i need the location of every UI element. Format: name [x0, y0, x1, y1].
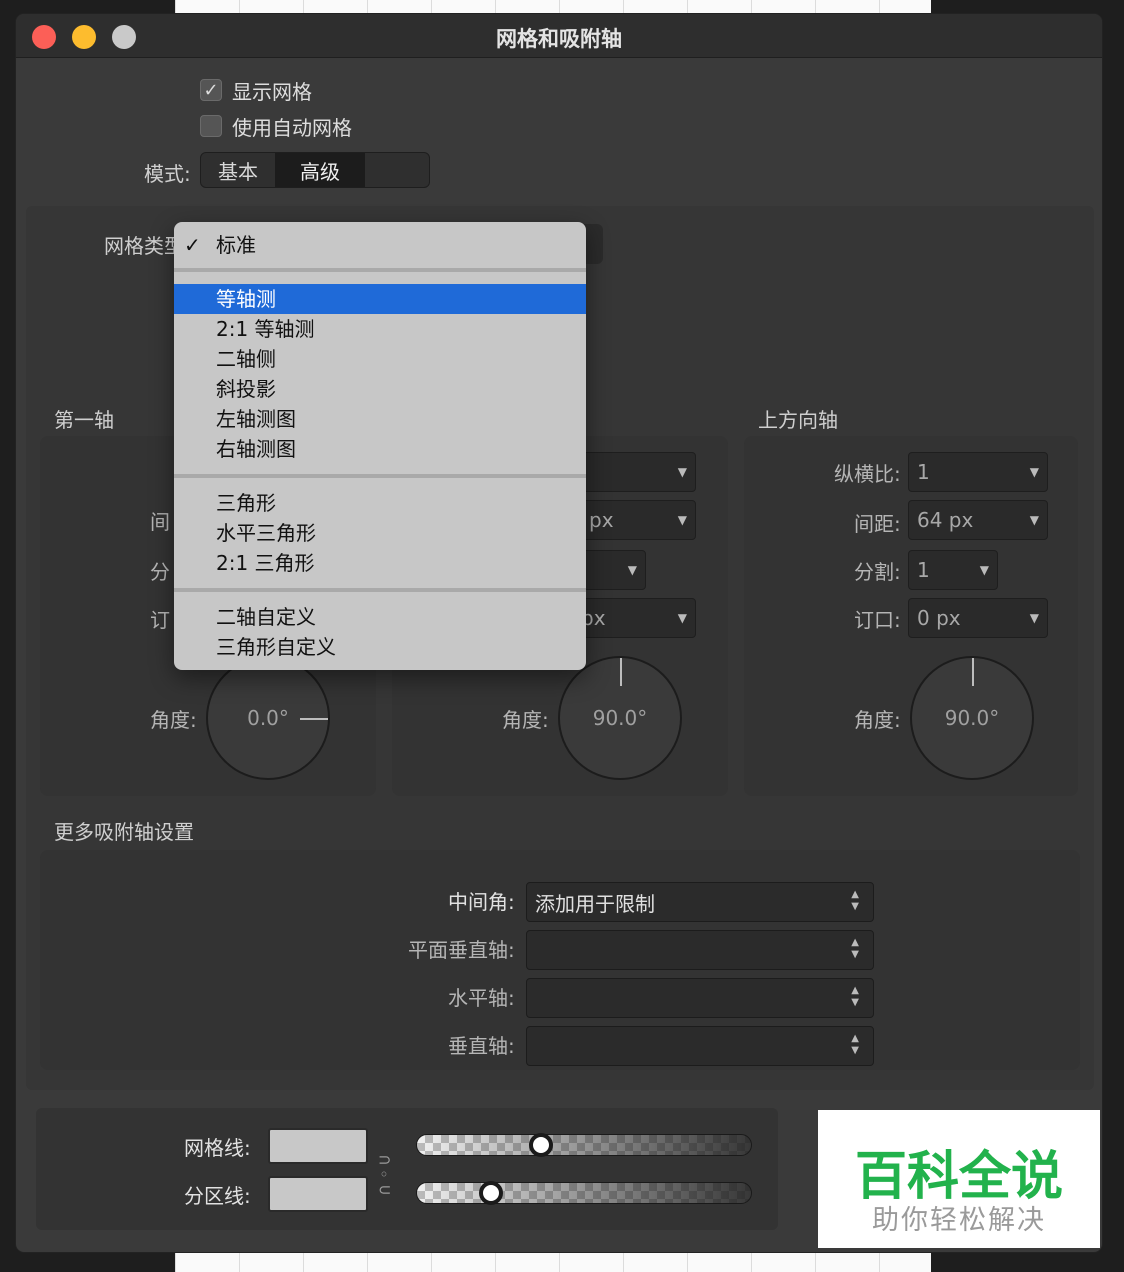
first-angle-value: 0.0°	[247, 706, 289, 730]
more-snap-settings-title: 更多吸附轴设置	[54, 820, 194, 844]
menu-separator	[174, 268, 586, 272]
up-angle-value: 90.0°	[944, 706, 1000, 730]
watermark-logo: 百科全说 助你轻松解决	[818, 1110, 1100, 1248]
plane-vertical-axis-select[interactable]: ▲ ▼	[526, 930, 874, 970]
chevron-down-icon: ▼	[677, 611, 687, 625]
show-grid-checkbox[interactable]: ✓	[200, 79, 222, 101]
second-aspect-select[interactable]: ▼	[572, 452, 696, 492]
first-notch-label: 订	[150, 608, 170, 632]
second-angle-value: 90.0°	[592, 706, 648, 730]
up-angle-label: 角度:	[854, 708, 901, 732]
grid-type-label: 网格类型	[104, 234, 184, 258]
title-bar: 网格和吸附轴	[16, 14, 1102, 58]
watermark-slogan: 助你轻松解决	[872, 1205, 1046, 1236]
updown-icon: ▲ ▼	[851, 937, 859, 960]
chevron-down-icon: ▼	[627, 563, 637, 577]
up-axis-title: 上方向轴	[758, 408, 838, 432]
updown-icon: ▲ ▼	[851, 1033, 859, 1056]
menu-item-dimetric[interactable]: 二轴侧	[174, 344, 586, 374]
menu-item-right-axonometric[interactable]: 右轴测图	[174, 434, 586, 464]
second-angle-dial[interactable]: 90.0°	[558, 656, 682, 780]
aspect-ratio-select[interactable]: 1 ▼	[908, 452, 1048, 492]
mid-angle-select[interactable]: 添加用于限制 ▲ ▼	[526, 882, 874, 922]
auto-grid-checkbox[interactable]	[200, 115, 222, 137]
horizontal-axis-label: 水平轴:	[448, 986, 515, 1010]
menu-item-isometric[interactable]: 等轴测	[174, 284, 586, 314]
up-angle-dial[interactable]: 90.0°	[910, 656, 1034, 780]
mode-basic-button[interactable]: 基本	[201, 153, 275, 187]
second-notch-select[interactable]: px ▼	[572, 598, 696, 638]
menu-item-triangular[interactable]: 三角形	[174, 488, 586, 518]
menu-item-2-1-isometric[interactable]: 2:1 等轴测	[174, 314, 586, 344]
menu-item-2-1-triangular[interactable]: 2:1 三角形	[174, 548, 586, 578]
up-axis-panel: 纵横比: 1 ▼ 间距: 64 px ▼ 分割: 1 ▼ 订口: 0 px ▼ 角度: …	[744, 436, 1078, 796]
division-line-color-swatch[interactable]	[268, 1176, 368, 1212]
first-axis-title: 第一轴	[54, 408, 114, 432]
horizontal-axis-select[interactable]: ▲ ▼	[526, 978, 874, 1018]
show-grid-label: 显示网格	[232, 79, 312, 104]
grid-line-label: 网格线:	[184, 1136, 251, 1160]
auto-grid-label: 使用自动网格	[232, 115, 352, 140]
divide-label: 分割:	[854, 560, 901, 584]
menu-item-horizontal-triangular[interactable]: 水平三角形	[174, 518, 586, 548]
window-title: 网格和吸附轴	[496, 27, 622, 51]
plane-vertical-axis-label: 平面垂直轴:	[408, 938, 515, 962]
chevron-down-icon: ▼	[979, 563, 989, 577]
first-spacing-label: 间	[150, 510, 170, 534]
division-line-opacity-knob[interactable]	[479, 1181, 503, 1205]
grid-type-dropdown-menu: ✓ 标准 等轴测 2:1 等轴测 二轴侧 斜投影 左轴测图 右轴测图 三角形 水…	[174, 222, 586, 670]
menu-item-custom-triangular[interactable]: 三角形自定义	[174, 632, 586, 662]
updown-icon: ▲ ▼	[851, 985, 859, 1008]
vertical-axis-select[interactable]: ▲ ▼	[526, 1026, 874, 1066]
auto-grid-option[interactable]: 使用自动网格	[200, 112, 352, 140]
vertical-axis-label: 垂直轴:	[448, 1034, 515, 1058]
line-appearance-panel	[36, 1108, 778, 1230]
first-divide-label: 分	[150, 560, 170, 584]
chevron-down-icon: ▼	[1029, 513, 1039, 527]
dial-indicator	[972, 658, 974, 686]
link-icon[interactable]: ⊃ ◦ ⊂	[378, 1152, 391, 1198]
division-line-opacity-slider[interactable]	[416, 1181, 752, 1205]
dial-indicator	[300, 718, 328, 720]
notch-select[interactable]: 0 px ▼	[908, 598, 1048, 638]
mode-advanced-button[interactable]: 高级	[275, 153, 365, 187]
notch-label: 订口:	[854, 608, 901, 632]
menu-item-custom-dimetric[interactable]: 二轴自定义	[174, 602, 586, 632]
mode-label: 模式:	[144, 162, 191, 186]
aspect-ratio-label: 纵横比:	[834, 462, 901, 486]
menu-separator	[174, 588, 586, 592]
menu-item-left-axonometric[interactable]: 左轴测图	[174, 404, 586, 434]
second-angle-label: 角度:	[502, 708, 549, 732]
more-snap-settings-panel: 中间角: 添加用于限制 ▲ ▼ 平面垂直轴: ▲ ▼ 水平轴: ▲ ▼ 垂直轴: ▲ ▼	[40, 850, 1080, 1070]
second-spacing-select[interactable]: px ▼	[572, 500, 696, 540]
chevron-down-icon: ▼	[1029, 611, 1039, 625]
mid-angle-label: 中间角:	[448, 890, 515, 914]
divide-select[interactable]: 1 ▼	[908, 550, 998, 590]
checkmark-icon: ✓	[203, 79, 219, 101]
grid-line-opacity-slider[interactable]	[416, 1133, 752, 1157]
spacing-select[interactable]: 64 px ▼	[908, 500, 1048, 540]
updown-icon: ▲ ▼	[851, 889, 859, 912]
chevron-down-icon: ▼	[677, 465, 687, 479]
menu-item-oblique[interactable]: 斜投影	[174, 374, 586, 404]
dial-indicator	[620, 658, 622, 686]
mode-segmented-control: 基本 高级	[200, 152, 430, 188]
division-line-label: 分区线:	[184, 1184, 251, 1208]
chevron-down-icon: ▼	[677, 513, 687, 527]
grid-line-color-swatch[interactable]	[268, 1128, 368, 1164]
checkmark-icon: ✓	[184, 233, 201, 257]
show-grid-option[interactable]: ✓ 显示网格	[200, 76, 312, 104]
chevron-down-icon: ▼	[1029, 465, 1039, 479]
grid-line-opacity-knob[interactable]	[528, 1133, 553, 1157]
menu-item-standard[interactable]: ✓ 标准	[174, 230, 586, 260]
spacing-label: 间距:	[854, 512, 901, 536]
menu-separator	[174, 474, 586, 478]
first-angle-label: 角度:	[150, 708, 197, 732]
first-angle-dial[interactable]: 0.0°	[206, 656, 330, 780]
